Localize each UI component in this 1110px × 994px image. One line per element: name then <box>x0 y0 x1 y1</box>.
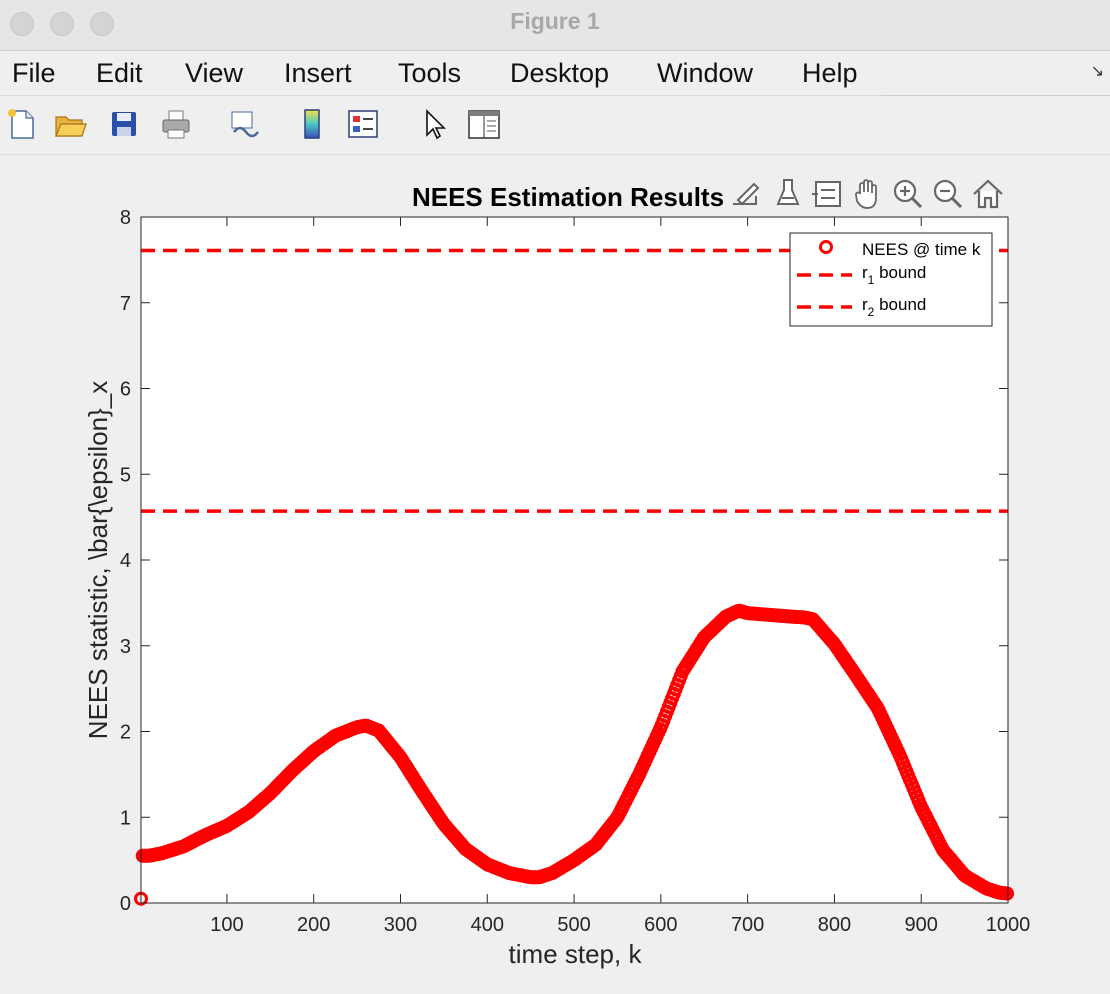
figure-toolbar <box>0 96 1110 155</box>
x-tick-label: 100 <box>210 914 243 936</box>
x-tick-label: 300 <box>384 914 417 936</box>
legend[interactable]: NEES @ time k r1 bound r2 bound <box>789 232 993 327</box>
menu-window[interactable]: Window <box>657 58 753 89</box>
menu-insert[interactable]: Insert <box>284 58 352 89</box>
legend-label-nees: NEES @ time k <box>862 240 981 259</box>
link-plot-icon[interactable] <box>226 106 262 142</box>
menu-tools[interactable]: Tools <box>398 58 461 89</box>
zoom-out-icon[interactable] <box>930 176 966 212</box>
y-tick-label: 5 <box>120 464 131 486</box>
print-icon[interactable] <box>158 106 194 142</box>
legend-r1-rest: bound <box>874 263 926 282</box>
y-tick-label: 0 <box>120 893 131 915</box>
x-axis-label: time step, k <box>509 939 643 969</box>
pan-hand-icon[interactable] <box>850 176 886 212</box>
insert-colorbar-icon[interactable] <box>294 106 330 142</box>
menu-edit[interactable]: Edit <box>96 58 143 89</box>
menu-help[interactable]: Help <box>802 58 858 89</box>
y-tick-label: 4 <box>120 550 131 572</box>
edit-plot-pointer-icon[interactable] <box>416 106 452 142</box>
menu-view[interactable]: View <box>185 58 243 89</box>
menu-desktop[interactable]: Desktop <box>510 58 609 89</box>
x-tick-label: 800 <box>818 914 851 936</box>
x-tick-label: 1000 <box>986 914 1031 936</box>
chart-title: NEES Estimation Results <box>412 182 724 212</box>
x-tick-label: 900 <box>905 914 938 936</box>
y-tick-label: 8 <box>120 207 131 229</box>
new-figure-icon[interactable] <box>4 106 40 142</box>
y-tick-label: 1 <box>120 807 131 829</box>
x-tick-label: 700 <box>731 914 764 936</box>
y-tick-label: 2 <box>120 722 131 744</box>
x-tick-label: 500 <box>557 914 590 936</box>
window-title: Figure 1 <box>510 8 600 34</box>
home-restore-view-icon[interactable] <box>970 176 1006 212</box>
open-file-icon[interactable] <box>52 106 88 142</box>
save-icon[interactable] <box>106 106 142 142</box>
x-tick-label: 200 <box>297 914 330 936</box>
menu-bar: File Edit View Insert Tools Desktop Wind… <box>0 51 1110 96</box>
y-axis-label: NEES statistic, \bar{\epsilon}_x <box>83 381 113 739</box>
title-bar: Figure 1 <box>0 0 1110 51</box>
menu-file[interactable]: File <box>12 58 56 89</box>
brush-icon[interactable] <box>770 176 806 212</box>
y-tick-label: 6 <box>120 379 131 401</box>
y-tick-label: 7 <box>120 293 131 315</box>
legend-r2-rest: bound <box>874 295 926 314</box>
x-tick-label: 400 <box>471 914 504 936</box>
insert-legend-icon[interactable] <box>345 106 381 142</box>
export-icon[interactable] <box>728 176 764 212</box>
data-tips-icon[interactable] <box>810 176 846 212</box>
property-inspector-icon[interactable] <box>466 106 502 142</box>
x-tick-label: 600 <box>644 914 677 936</box>
nees-chart: 0 1 2 3 4 5 6 7 8 100 200 300 400 500 600 700 800 900 100… <box>83 182 1031 969</box>
dock-arrow-icon[interactable]: ↘ <box>1091 61 1104 81</box>
zoom-in-icon[interactable] <box>890 176 926 212</box>
y-tick-label: 3 <box>120 636 131 658</box>
